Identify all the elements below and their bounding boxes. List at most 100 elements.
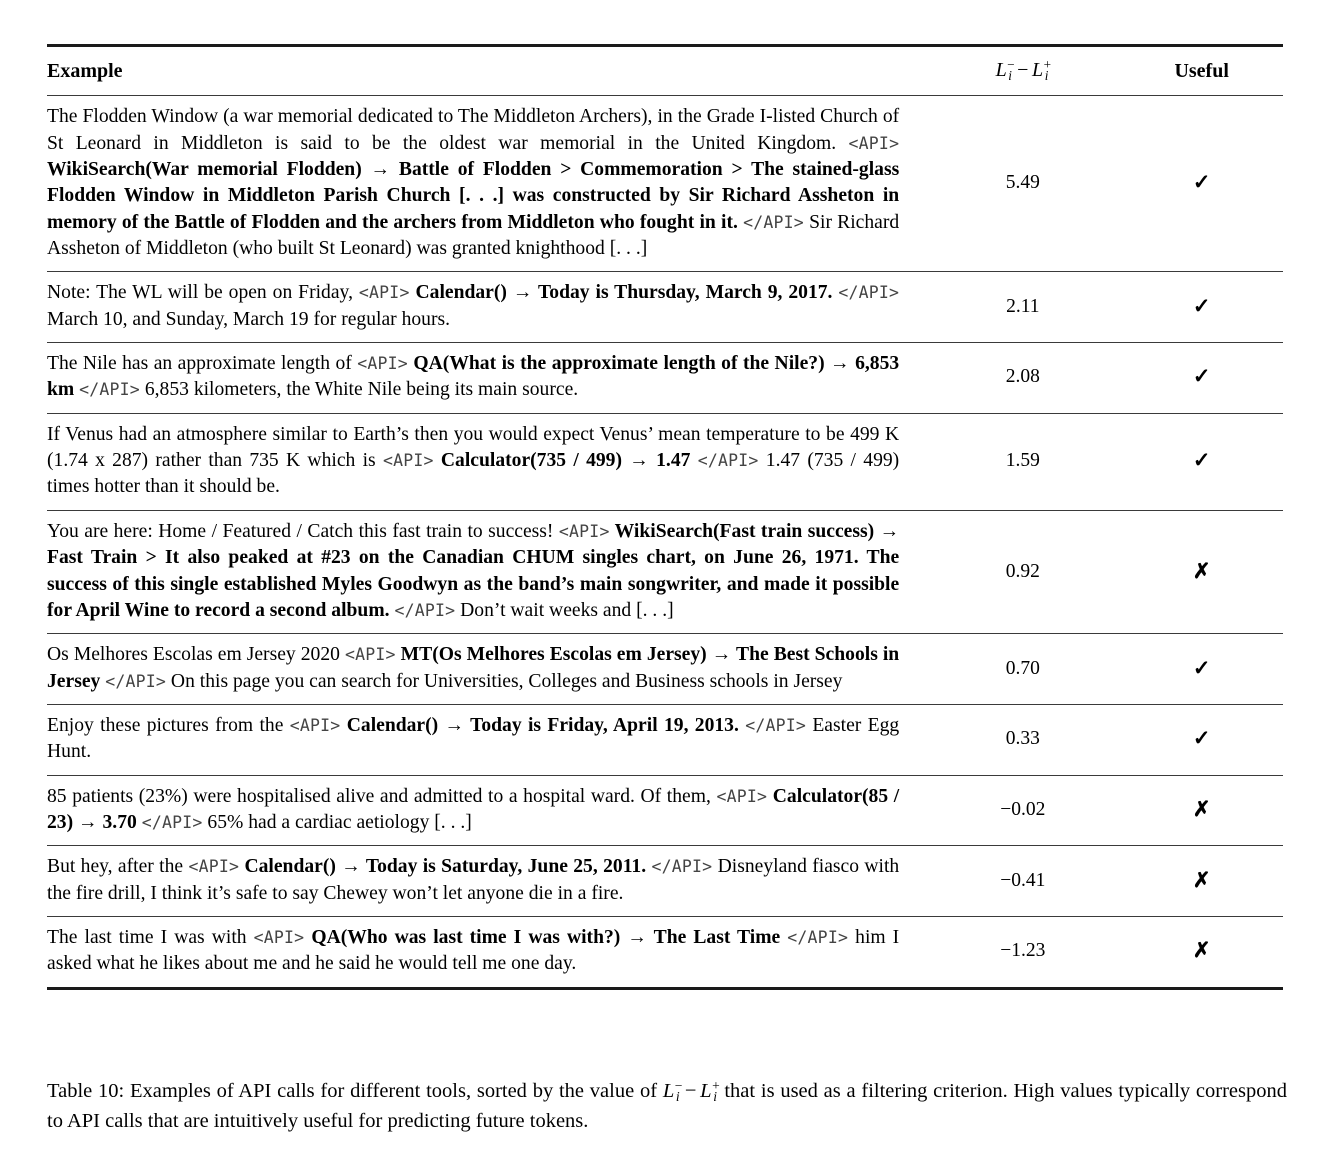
table-row: The Nile has an approximate length of <A…: [47, 342, 1283, 414]
checkmark-icon: ✓: [1120, 342, 1283, 414]
caption-formula-operator: −: [684, 1080, 697, 1103]
checkmark-icon: ✓: [1120, 633, 1283, 705]
formula-operator: −: [1017, 58, 1029, 81]
table-row: 85 patients (23%) were hospitalised aliv…: [47, 774, 1283, 846]
api-examples-table: Example L−i − L+i Useful The Flodden Windo…: [47, 44, 1283, 987]
cell-example: The Nile has an approximate length of <A…: [47, 342, 926, 414]
cell-example: If Venus had an atmosphere similar to Ea…: [47, 412, 926, 511]
table-header-row: Example L−i − L+i Useful: [47, 45, 1283, 96]
column-header-example: Example: [47, 59, 123, 82]
api-open-tag: <API>: [289, 715, 341, 735]
api-open-tag: <API>: [382, 451, 434, 471]
table-row: If Venus had an atmosphere similar to Ea…: [47, 412, 1283, 511]
plain-text: 65% had a cardiac aetiology [. . .]: [202, 811, 472, 833]
plain-text: Os Melhores Escolas em Jersey 2020: [47, 644, 345, 666]
plain-text: On this page you can search for Universi…: [166, 670, 843, 692]
cell-score: −0.02: [925, 774, 1121, 846]
formula-sub-i1: i: [1008, 67, 1012, 83]
cell-example: 85 patients (23%) were hospitalised aliv…: [47, 774, 926, 846]
plain-text: But hey, after the: [47, 856, 189, 878]
api-close-tag: </API>: [697, 451, 759, 471]
cell-example: Os Melhores Escolas em Jersey 2020 <API>…: [47, 633, 926, 705]
api-close-tag: </API>: [838, 283, 900, 303]
cross-icon: ✗: [1120, 845, 1283, 917]
plain-text: The Flodden Window (a war memorial dedic…: [47, 106, 900, 154]
plain-text: You are here: Home / Featured / Catch th…: [47, 520, 559, 542]
caption-formula-sub-i2: i: [713, 1089, 717, 1105]
cell-example: The last time I was with <API> QA(Who wa…: [47, 915, 926, 987]
api-close-tag: </API>: [743, 212, 804, 232]
cell-score: 2.08: [925, 342, 1121, 414]
api-open-tag: <API>: [716, 786, 768, 806]
plain-text: The Nile has an approximate length of: [47, 353, 358, 375]
checkmark-icon: ✓: [1120, 95, 1283, 272]
formula-sub-i2: i: [1044, 67, 1049, 83]
cross-icon: ✗: [1120, 915, 1283, 987]
api-open-tag: <API>: [558, 521, 610, 541]
cell-example: Note: The WL will be open on Friday, <AP…: [47, 271, 926, 343]
cross-icon: ✗: [1120, 774, 1283, 846]
api-open-tag: <API>: [848, 133, 900, 153]
table-caption: Table 10: Examples of API calls for diff…: [47, 1076, 1287, 1136]
table-header: Example L−i − L+i Useful: [47, 45, 1283, 96]
cell-example: Enjoy these pictures from the <API> Cale…: [47, 703, 926, 776]
api-close-tag: </API>: [745, 715, 807, 735]
table-row: Enjoy these pictures from the <API> Cale…: [47, 703, 1283, 776]
plain-text: 85 patients (23%) were hospitalised aliv…: [47, 785, 717, 807]
score-formula: L−i − L+i: [995, 57, 1052, 83]
plain-text: The last time I was with: [47, 926, 254, 948]
table-body: The Flodden Window (a war memorial dedic…: [47, 95, 1283, 987]
cross-icon: ✗: [1120, 509, 1283, 634]
plain-text: Enjoy these pictures from the: [47, 714, 290, 736]
caption-formula-L2: L: [700, 1080, 712, 1103]
plain-text: Don’t wait weeks and [. . .]: [455, 599, 674, 621]
formula-L2: L: [1032, 58, 1044, 81]
cell-score: 2.11: [925, 271, 1121, 343]
api-call-text: Calendar() → Today is Friday, April 19, …: [340, 714, 746, 736]
checkmark-icon: ✓: [1120, 703, 1283, 776]
api-close-tag: </API>: [394, 600, 456, 620]
table-bottom-rule: [47, 986, 1283, 990]
table-10-container: Example L−i − L+i Useful The Flodden Windo…: [47, 44, 1283, 990]
cell-score: −1.23: [925, 915, 1121, 987]
api-close-tag: </API>: [141, 812, 203, 832]
api-open-tag: <API>: [344, 645, 396, 665]
cell-example: But hey, after the <API> Calendar() → To…: [47, 845, 926, 917]
api-open-tag: <API>: [358, 283, 410, 303]
api-call-text: Calendar() → Today is Thursday, March 9,…: [409, 282, 839, 304]
caption-formula-L1: L: [662, 1080, 675, 1103]
document-page: Example L−i − L+i Useful The Flodden Windo…: [0, 0, 1333, 1172]
table-row: Os Melhores Escolas em Jersey 2020 <API>…: [47, 633, 1283, 705]
api-call-text: Calendar() → Today is Saturday, June 25,…: [239, 856, 652, 878]
api-close-tag: </API>: [105, 671, 167, 691]
api-close-tag: </API>: [79, 380, 140, 400]
cell-score: 1.59: [925, 412, 1121, 511]
checkmark-icon: ✓: [1120, 412, 1283, 511]
caption-formula: L−i − L+i: [662, 1078, 720, 1105]
cell-example: The Flodden Window (a war memorial dedic…: [47, 95, 926, 272]
api-open-tag: <API>: [188, 857, 240, 877]
plain-text: March 10, and Sunday, March 19 for regul…: [47, 308, 451, 330]
cell-example: You are here: Home / Featured / Catch th…: [47, 509, 926, 634]
caption-label: Table 10:: [47, 1080, 125, 1103]
column-header-score: L−i − L+i: [925, 46, 1120, 96]
table-row: The last time I was with <API> QA(Who wa…: [47, 915, 1283, 987]
cell-score: 0.33: [925, 703, 1121, 776]
caption-formula-sub-i1: i: [675, 1089, 680, 1105]
api-call-text: QA(Who was last time I was with?) → The …: [304, 926, 788, 948]
plain-text: 6,853 kilometers, the White Nile being i…: [139, 379, 579, 401]
api-open-tag: <API>: [357, 354, 408, 374]
cell-score: 5.49: [925, 95, 1121, 272]
checkmark-icon: ✓: [1120, 271, 1283, 343]
cell-score: 0.92: [925, 509, 1121, 634]
api-close-tag: </API>: [651, 857, 713, 877]
cell-score: 0.70: [925, 633, 1121, 705]
table-row: But hey, after the <API> Calendar() → To…: [47, 845, 1283, 917]
api-call-text: Calculator(735 / 499) → 1.47: [433, 450, 698, 472]
formula-L1: L: [995, 58, 1007, 81]
cell-score: −0.41: [925, 845, 1121, 917]
caption-text-part1: Examples of API calls for different tool…: [124, 1080, 663, 1103]
table-row: The Flodden Window (a war memorial dedic…: [47, 95, 1283, 272]
api-open-tag: <API>: [253, 927, 305, 947]
plain-text: Note: The WL will be open on Friday,: [47, 282, 359, 304]
